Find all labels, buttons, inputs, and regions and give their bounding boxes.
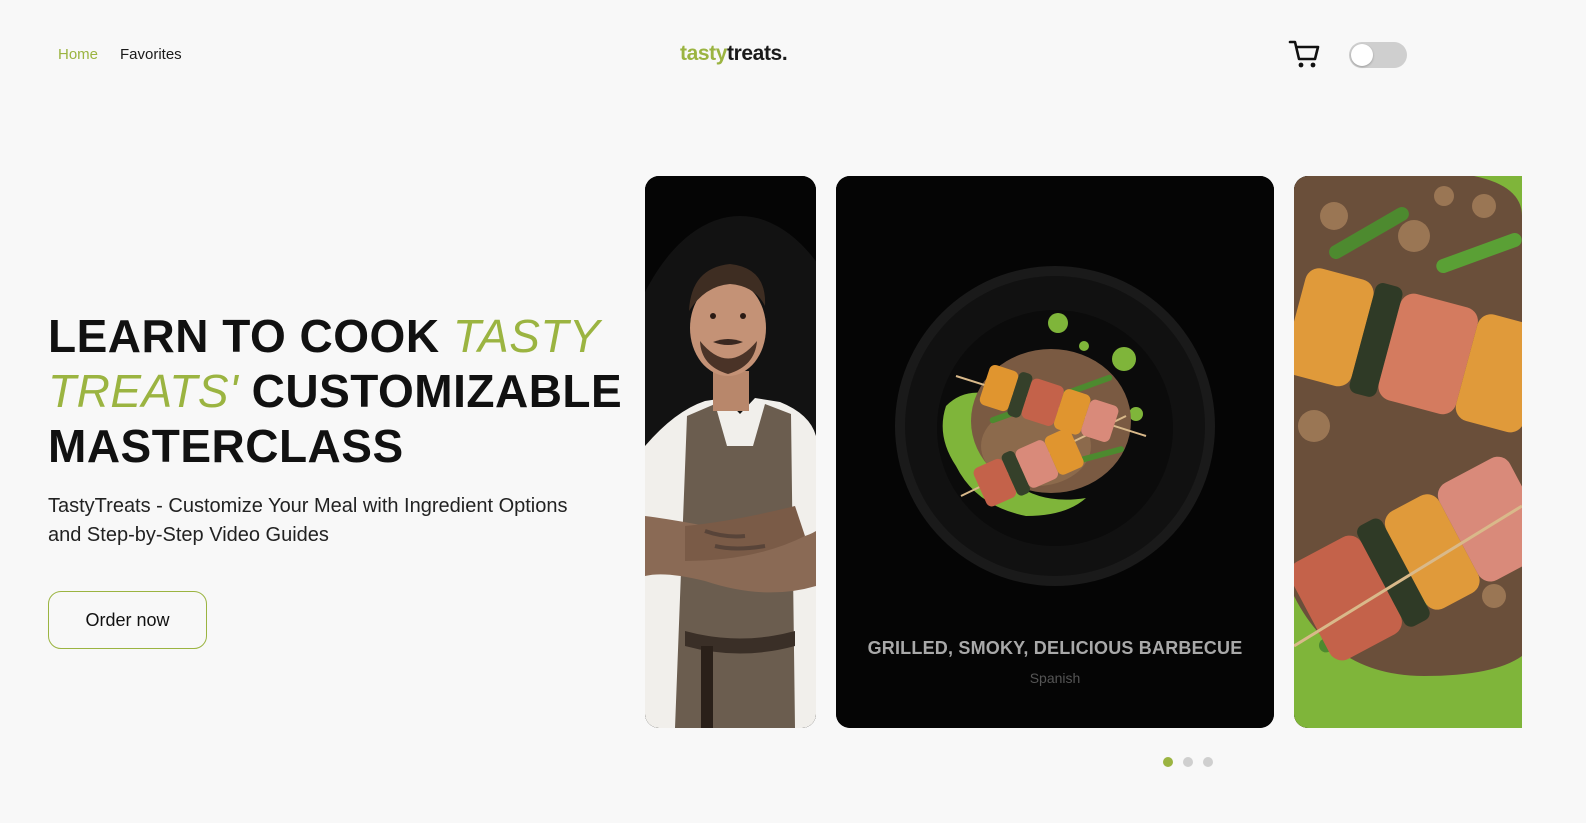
hero-title-part1: LEARN TO COOK: [48, 310, 453, 362]
carousel-card-chef[interactable]: [645, 176, 816, 728]
cart-button[interactable]: [1288, 38, 1322, 70]
logo-part-tasty: tasty: [680, 42, 728, 65]
carousel-dot-2[interactable]: [1183, 757, 1193, 767]
carousel-pagination: [1163, 757, 1213, 767]
logo-part-treats: treats.: [727, 42, 788, 65]
carousel-dot-3[interactable]: [1203, 757, 1213, 767]
toggle-knob: [1351, 44, 1373, 66]
order-now-button[interactable]: Order now: [48, 591, 207, 649]
theme-toggle[interactable]: [1349, 42, 1407, 68]
hero-subtitle: TastyTreats - Customize Your Meal with I…: [48, 495, 568, 546]
card-title: GRILLED, SMOKY, DELICIOUS BARBECUE: [867, 638, 1243, 658]
chef-photo: [645, 176, 816, 728]
carousel-card-closeup[interactable]: [1294, 176, 1522, 728]
shopping-cart-icon: [1288, 40, 1320, 68]
carousel-dot-1[interactable]: [1163, 757, 1173, 767]
nav-favorites-link[interactable]: Favorites: [120, 46, 182, 63]
card-cuisine: Spanish: [1029, 670, 1081, 686]
logo[interactable]: tastytreats.: [680, 42, 788, 66]
carousel-card-barbecue[interactable]: GRILLED, SMOKY, DELICIOUS BARBECUE Spani…: [836, 176, 1274, 728]
nav-home-link[interactable]: Home: [58, 46, 98, 63]
dish-closeup-photo: [1294, 176, 1522, 728]
hero-title: LEARN TO COOK TASTY TREATS' CUSTOMIZABLE…: [48, 309, 628, 474]
